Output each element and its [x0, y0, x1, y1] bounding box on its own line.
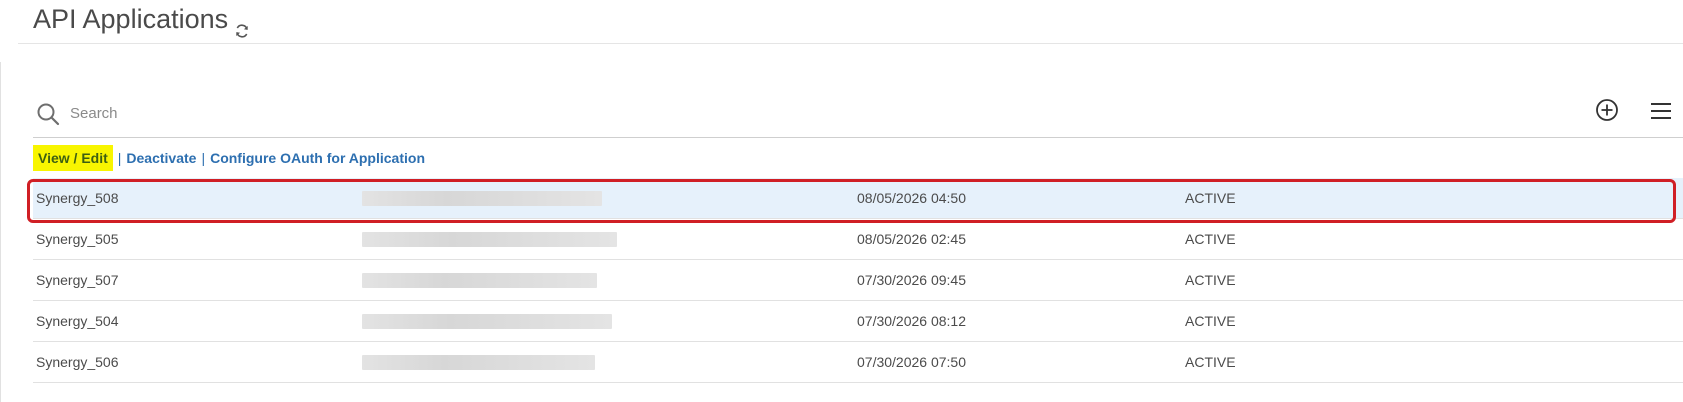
created-date: 07/30/2026 07:50	[857, 354, 966, 370]
app-name: Synergy_505	[36, 231, 119, 247]
action-separator: |	[117, 150, 122, 166]
applications-table: Synergy_508 08/05/2026 04:50 ACTIVE Syne…	[33, 178, 1683, 383]
row-action-bar: View / Edit | Deactivate | Configure OAu…	[33, 145, 425, 171]
table-row[interactable]: Synergy_508 08/05/2026 04:50 ACTIVE	[33, 178, 1683, 219]
redacted-client-id	[362, 273, 597, 288]
action-separator: |	[201, 150, 206, 166]
redacted-client-id	[362, 191, 602, 206]
created-date: 08/05/2026 02:45	[857, 231, 966, 247]
status-text: ACTIVE	[1185, 272, 1236, 288]
table-row[interactable]: Synergy_507 07/30/2026 09:45 ACTIVE	[33, 260, 1683, 301]
left-panel-divider	[0, 62, 1, 402]
app-name: Synergy_508	[36, 190, 119, 206]
redacted-client-id	[362, 314, 612, 329]
view-edit-link[interactable]: View / Edit	[33, 145, 113, 171]
status-text: ACTIVE	[1185, 313, 1236, 329]
table-row[interactable]: Synergy_504 07/30/2026 08:12 ACTIVE	[33, 301, 1683, 342]
page-header: API Applications	[18, 0, 1683, 44]
app-name: Synergy_504	[36, 313, 119, 329]
created-date: 07/30/2026 09:45	[857, 272, 966, 288]
redacted-client-id	[362, 232, 617, 247]
created-date: 07/30/2026 08:12	[857, 313, 966, 329]
configure-oauth-link[interactable]: Configure OAuth for Application	[210, 146, 425, 170]
page-title: API Applications	[33, 2, 250, 38]
status-text: ACTIVE	[1185, 190, 1236, 206]
app-name: Synergy_507	[36, 272, 119, 288]
status-text: ACTIVE	[1185, 354, 1236, 370]
redacted-client-id	[362, 355, 595, 370]
page-title-text: API Applications	[33, 4, 229, 34]
status-text: ACTIVE	[1185, 231, 1236, 247]
search-input[interactable]	[70, 99, 1370, 127]
plus-circle-icon[interactable]	[1595, 98, 1619, 122]
search-icon[interactable]	[36, 102, 60, 126]
api-applications-page: API Applications Search View / Edit | De…	[0, 0, 1683, 402]
app-name: Synergy_506	[36, 354, 119, 370]
table-row[interactable]: Synergy_506 07/30/2026 07:50 ACTIVE	[33, 342, 1683, 383]
search-bar	[33, 95, 1683, 138]
refresh-icon[interactable]	[234, 13, 250, 38]
created-date: 08/05/2026 04:50	[857, 190, 966, 206]
table-row[interactable]: Synergy_505 08/05/2026 02:45 ACTIVE	[33, 219, 1683, 260]
deactivate-link[interactable]: Deactivate	[126, 146, 196, 170]
hamburger-menu-icon[interactable]	[1650, 101, 1672, 121]
